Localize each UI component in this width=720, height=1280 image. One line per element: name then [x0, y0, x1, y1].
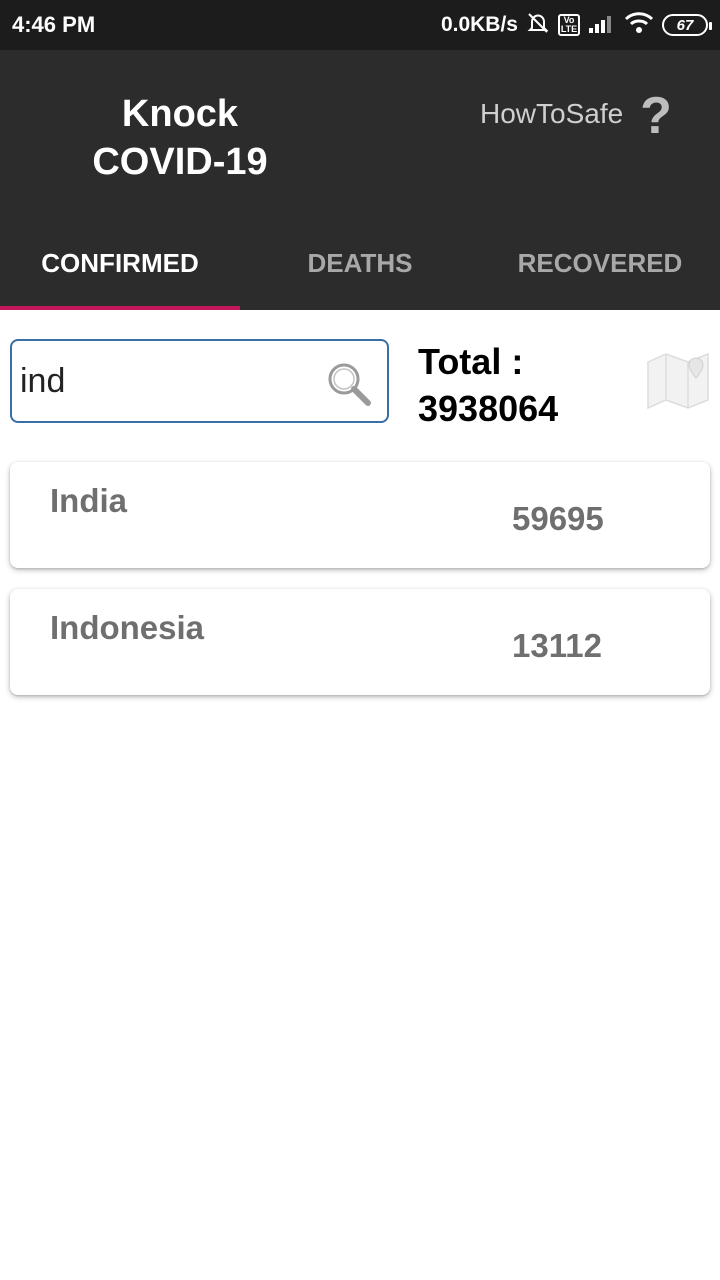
mute-bell-icon [526, 11, 550, 40]
tab-bar: CONFIRMED DEATHS RECOVERED [0, 230, 720, 310]
app-title: Knock COVID-19 [60, 90, 300, 186]
app-title-line1: Knock [121, 93, 239, 135]
app-header: Knock COVID-19 HowToSafe ? CONFIRMED DEA… [0, 50, 720, 310]
list-item[interactable]: Indonesia 13112 [10, 589, 710, 695]
country-count: 13112 [512, 627, 602, 664]
total-label: Total : [418, 341, 524, 382]
search-box[interactable] [10, 339, 389, 423]
wifi-icon [624, 11, 654, 40]
battery-icon: 67 [662, 14, 712, 36]
tab-recovered[interactable]: RECOVERED [480, 230, 720, 310]
status-time: 4:46 PM [12, 12, 96, 37]
country-name: India [50, 482, 128, 519]
help-icon[interactable]: ? [638, 86, 674, 146]
map-icon[interactable] [646, 350, 710, 410]
search-input[interactable] [20, 359, 310, 403]
signal-icon [588, 12, 616, 39]
app-title-line2: COVID-19 [92, 141, 268, 183]
network-speed: 0.0KB/s [440, 13, 518, 36]
tab-deaths[interactable]: DEATHS [240, 230, 480, 310]
volte-icon: Vo LTE [558, 14, 580, 36]
country-name: Indonesia [50, 609, 205, 646]
search-icon[interactable] [324, 359, 374, 409]
total-value: 3938064 [418, 388, 559, 429]
status-icons: 0.0KB/s Vo LTE 67 [440, 10, 712, 40]
total-count: Total : 3938064 [418, 338, 618, 432]
tab-confirmed[interactable]: CONFIRMED [0, 230, 240, 310]
list-item[interactable]: India 59695 [10, 462, 710, 568]
country-count: 59695 [512, 500, 604, 537]
status-bar: 4:46 PM 0.0KB/s Vo LTE 67 [0, 0, 720, 50]
howtosafe-link[interactable]: HowToSafe [480, 98, 623, 130]
